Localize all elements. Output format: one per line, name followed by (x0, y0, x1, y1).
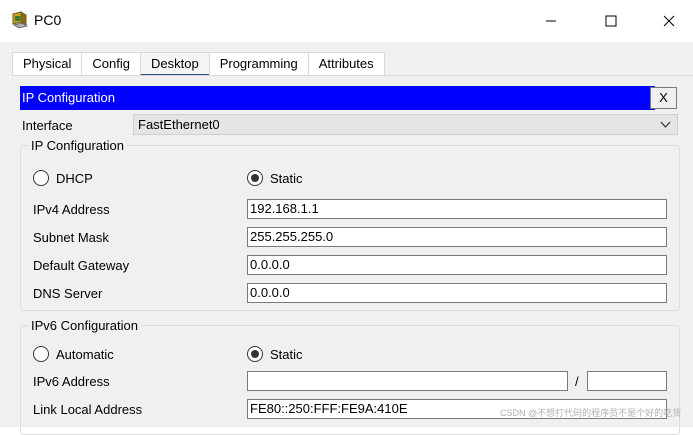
interface-label: Interface (22, 118, 73, 133)
maximize-icon (605, 15, 617, 27)
close-icon (663, 15, 675, 27)
ipv6-address-input[interactable] (247, 371, 568, 391)
close-window-button[interactable] (640, 0, 693, 42)
automatic-label: Automatic (56, 347, 114, 362)
packet-tracer-pc-icon (12, 11, 29, 29)
subnet-mask-input[interactable]: 255.255.255.0 (247, 227, 667, 247)
dns-server-input[interactable]: 0.0.0.0 (247, 283, 667, 303)
tab-attributes[interactable]: Attributes (307, 52, 385, 76)
dns-server-label: DNS Server (33, 286, 103, 301)
tab-programming[interactable]: Programming (208, 52, 309, 76)
ipv6-prefix-input[interactable] (587, 371, 667, 391)
maximize-button[interactable] (582, 0, 640, 42)
static-label-ipv4: Static (270, 171, 303, 186)
default-gateway-label: Default Gateway (33, 258, 130, 273)
static-label-ipv6: Static (270, 347, 303, 362)
dhcp-radio[interactable] (33, 170, 49, 186)
static-radio-ipv4[interactable] (247, 170, 263, 186)
prefix-separator: / (575, 374, 579, 389)
dhcp-label: DHCP (56, 171, 93, 186)
ip-config-close-button[interactable]: X (650, 87, 677, 109)
automatic-radio[interactable] (33, 346, 49, 362)
ip-config-header: IP Configuration (20, 86, 655, 110)
ipv4-address-input[interactable]: 192.168.1.1 (247, 199, 667, 219)
interface-select[interactable]: FastEthernet0 (133, 114, 678, 135)
ipv6-group-title: IPv6 Configuration (28, 318, 141, 333)
ipv6-address-label: IPv6 Address (33, 374, 110, 389)
minimize-button[interactable] (522, 0, 580, 42)
static-radio-ipv6[interactable] (247, 346, 263, 362)
chevron-down-icon (660, 121, 671, 128)
window-title: PC0 (34, 12, 62, 28)
csdn-watermark: CSDN @不想打代码的程序员不是个好的吃货 (500, 408, 682, 418)
tab-bar: Physical Config Desktop Programming Attr… (12, 52, 385, 76)
link-local-address-label: Link Local Address (33, 402, 143, 417)
default-gateway-input[interactable]: 0.0.0.0 (247, 255, 667, 275)
tab-desktop[interactable]: Desktop (140, 52, 210, 76)
subnet-mask-label: Subnet Mask (33, 230, 109, 245)
interface-value: FastEthernet0 (138, 117, 220, 132)
minimize-icon (546, 20, 556, 22)
tab-config[interactable]: Config (81, 52, 141, 76)
ipv4-address-label: IPv4 Address (33, 202, 110, 217)
tab-physical[interactable]: Physical (12, 52, 83, 76)
title-bar: PC0 (0, 0, 693, 42)
ipv4-group-title: IP Configuration (28, 138, 127, 153)
